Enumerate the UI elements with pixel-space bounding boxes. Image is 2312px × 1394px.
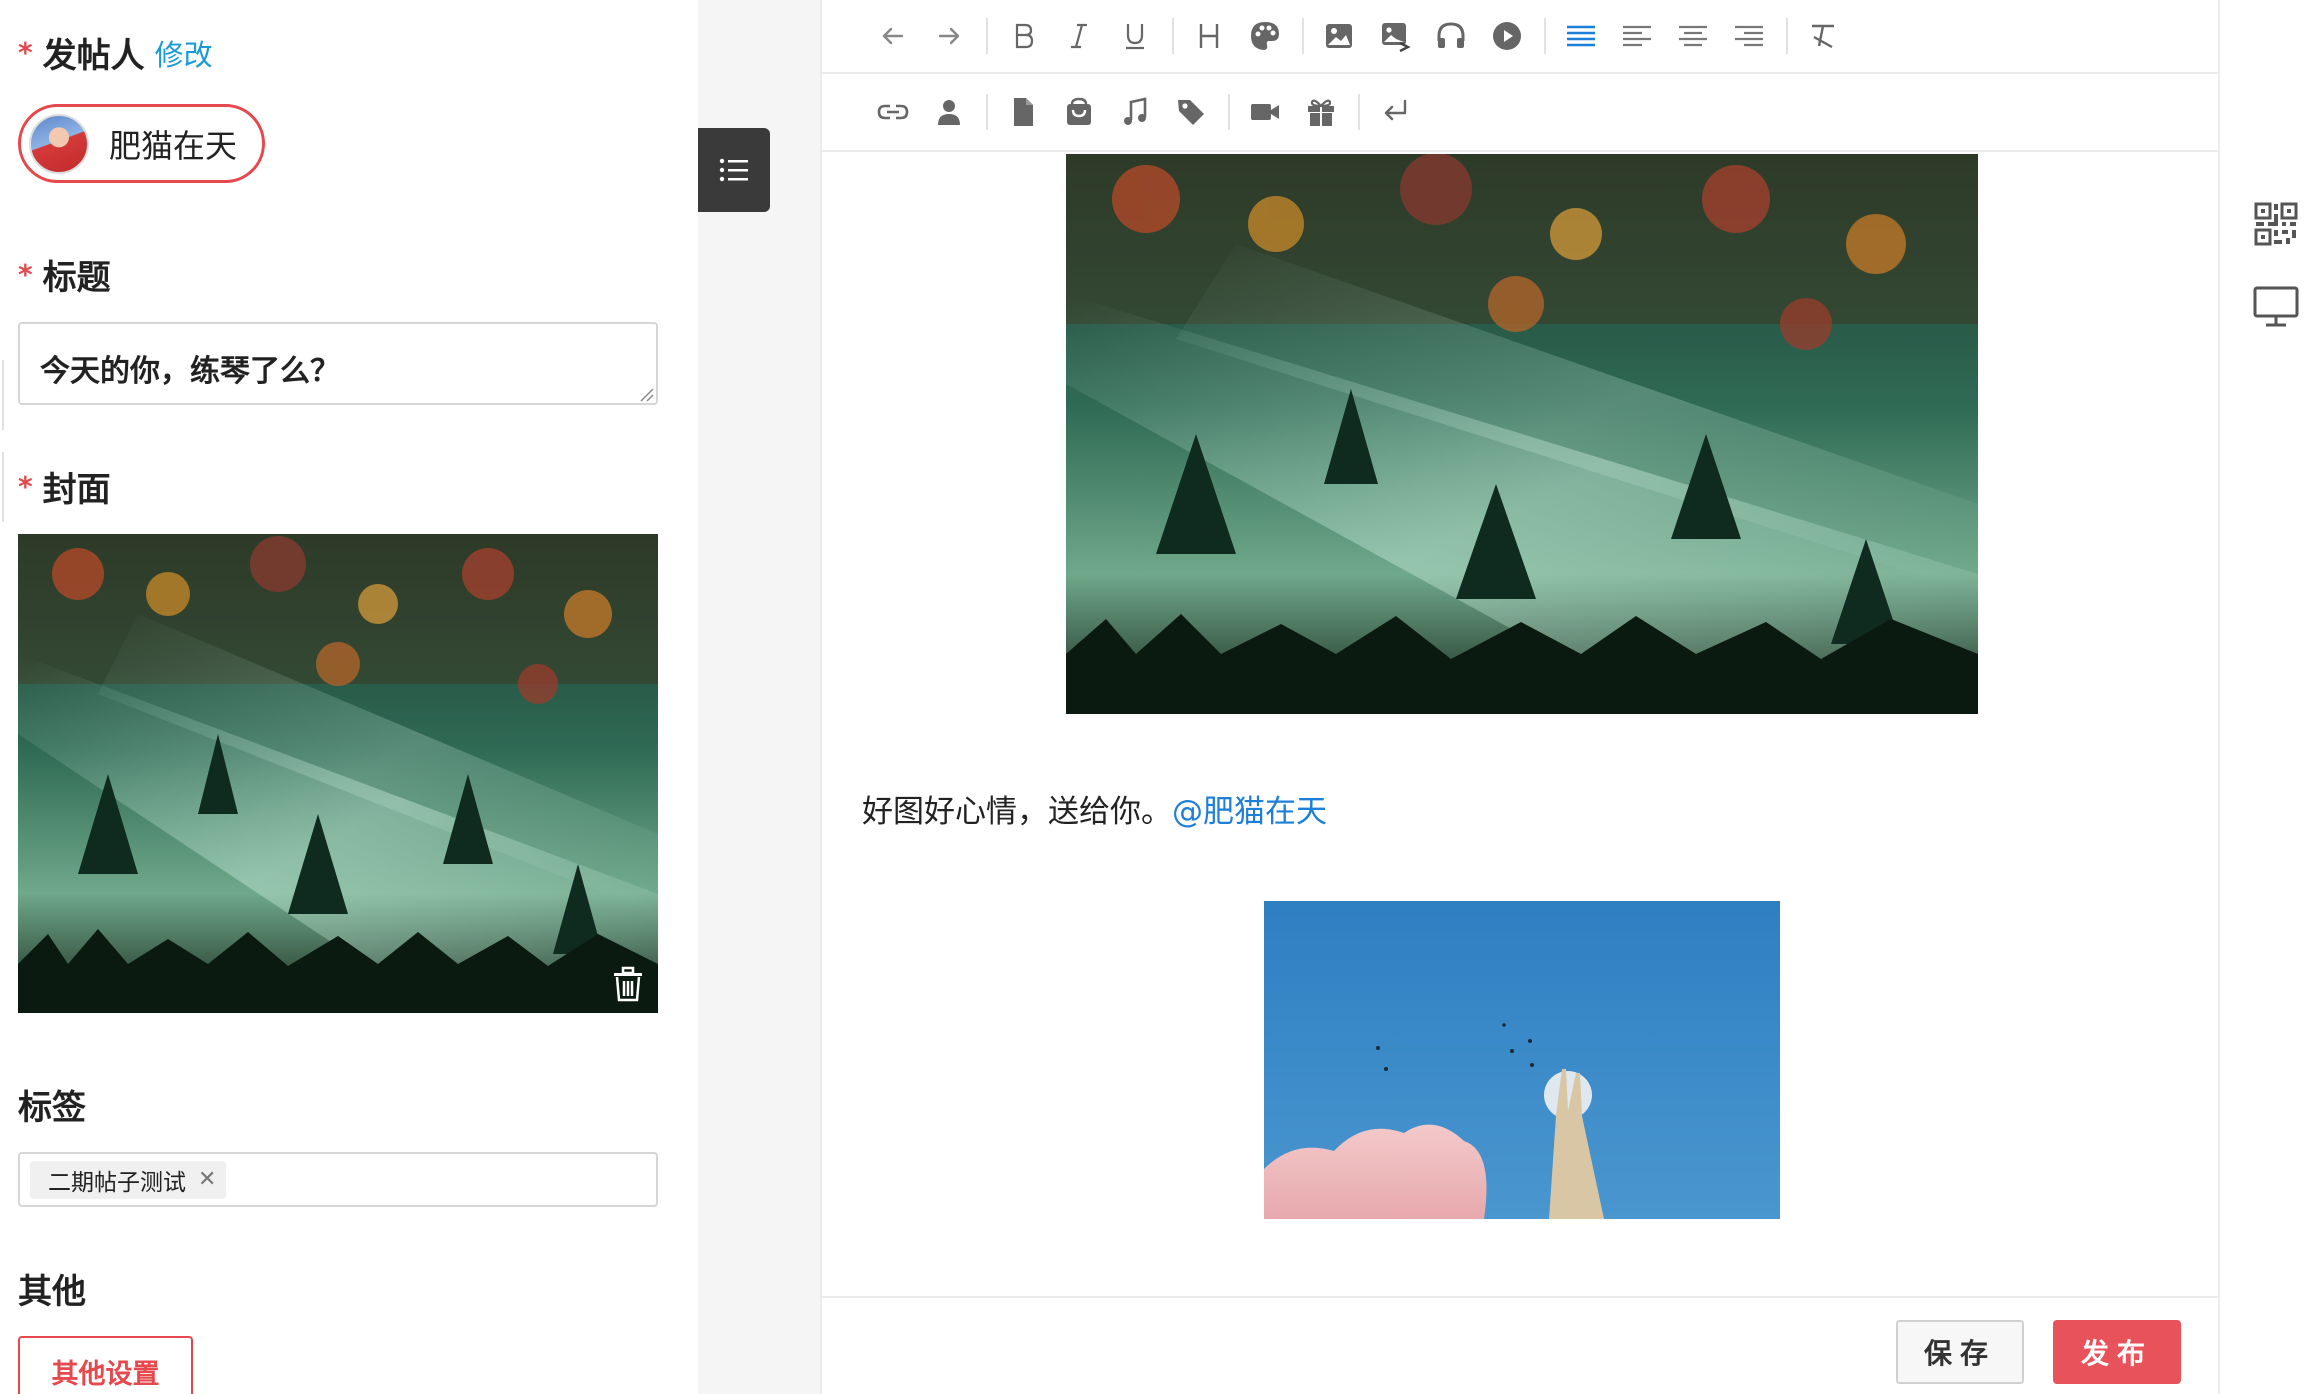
forest-image	[18, 534, 658, 1013]
cover-label-text: 封面	[42, 470, 111, 510]
title-label: * 标题	[18, 250, 111, 299]
content-image-forest[interactable]	[1066, 154, 1978, 714]
title-label-text: 标题	[42, 258, 111, 298]
paragraph-text: 好图好心情，送给你。	[862, 794, 1172, 830]
title-input[interactable]: 今天的你，练琴了么？	[18, 322, 658, 405]
bold-icon[interactable]	[1000, 13, 1046, 59]
user-mention-link[interactable]: @肥猫在天	[1172, 794, 1327, 830]
cover-image[interactable]	[18, 534, 658, 1013]
file-icon[interactable]	[1000, 89, 1046, 135]
required-mark: *	[18, 470, 33, 503]
right-toolbar	[2220, 0, 2312, 1394]
underline-icon[interactable]	[1112, 13, 1158, 59]
gift-icon[interactable]	[1298, 89, 1344, 135]
align-justify-icon[interactable]	[1558, 13, 1604, 59]
shopping-bag-icon[interactable]	[1056, 89, 1102, 135]
palette-icon[interactable]	[1242, 13, 1288, 59]
required-mark: *	[18, 36, 33, 69]
poster-chip[interactable]: 肥猫在天	[18, 104, 265, 183]
align-left-icon[interactable]	[1614, 13, 1660, 59]
align-right-icon[interactable]	[1726, 13, 1772, 59]
content-paragraph: 好图好心情，送给你。@肥猫在天	[862, 786, 1327, 831]
image-upload-icon[interactable]	[1372, 13, 1418, 59]
content-image-moon[interactable]	[1264, 901, 1780, 1219]
editor-toolbar-primary	[822, 0, 2218, 74]
align-center-icon[interactable]	[1670, 13, 1716, 59]
link-icon[interactable]	[870, 89, 916, 135]
tag-chip: 二期帖子测试 ✕	[30, 1160, 227, 1199]
forest-image	[1066, 154, 1978, 714]
video-camera-icon[interactable]	[1242, 89, 1288, 135]
toolbar-separator	[1544, 18, 1546, 54]
toolbar-separator	[1228, 94, 1230, 130]
publish-button[interactable]: 发布	[2053, 1320, 2181, 1384]
image-icon[interactable]	[1316, 13, 1362, 59]
music-icon[interactable]	[1112, 89, 1158, 135]
line-break-icon[interactable]	[1372, 89, 1418, 135]
undo-icon[interactable]	[870, 13, 916, 59]
delete-cover-icon[interactable]	[610, 965, 646, 1003]
outline-toggle-button[interactable]	[698, 128, 770, 212]
toolbar-separator	[1358, 94, 1360, 130]
list-icon	[719, 158, 748, 182]
required-mark: *	[18, 258, 33, 291]
moon-sky-image	[1264, 901, 1780, 1219]
video-play-icon[interactable]	[1484, 13, 1530, 59]
redo-icon[interactable]	[926, 13, 972, 59]
tags-input[interactable]: 二期帖子测试 ✕	[18, 1152, 658, 1207]
cover-label: * 封面	[18, 462, 111, 511]
other-settings-button[interactable]: 其他设置	[18, 1336, 193, 1394]
tags-label: 标签	[18, 1088, 86, 1128]
user-icon[interactable]	[926, 89, 972, 135]
toolbar-separator	[1786, 18, 1788, 54]
panel-edge-mark	[0, 452, 4, 522]
toolbar-separator	[986, 18, 988, 54]
resize-grip-icon[interactable]	[638, 386, 654, 402]
toolbar-separator	[1302, 18, 1304, 54]
heading-icon[interactable]	[1186, 13, 1232, 59]
other-label: 其他	[18, 1272, 86, 1312]
toolbar-separator	[1172, 18, 1174, 54]
poster-name: 肥猫在天	[109, 126, 238, 165]
clear-format-icon[interactable]	[1800, 13, 1846, 59]
save-button[interactable]: 保存	[1896, 1320, 2024, 1384]
tag-icon[interactable]	[1168, 89, 1214, 135]
panel-edge-mark	[0, 360, 4, 430]
tag-text: 二期帖子测试	[48, 1169, 186, 1196]
editor-footer: 保存 发布	[822, 1296, 2218, 1394]
edit-poster-link[interactable]: 修改	[155, 32, 213, 74]
toolbar-separator	[986, 94, 988, 130]
avatar	[29, 113, 89, 174]
rich-text-editor: 好图好心情，送给你。@肥猫在天 保存 发布	[820, 0, 2220, 1394]
poster-label: * 发帖人 修改	[18, 28, 213, 77]
qr-code-icon[interactable]	[2252, 200, 2300, 248]
post-form-panel: * 发帖人 修改 肥猫在天 * 标题 今天的你，练琴了么？ * 封面 标签 二期…	[0, 0, 698, 1394]
audio-icon[interactable]	[1428, 13, 1474, 59]
editor-content[interactable]: 好图好心情，送给你。@肥猫在天	[822, 152, 2218, 1296]
italic-icon[interactable]	[1056, 13, 1102, 59]
editor-toolbar-secondary	[822, 74, 2218, 152]
remove-tag-icon[interactable]: ✕	[198, 1167, 216, 1192]
desktop-preview-icon[interactable]	[2252, 282, 2300, 330]
poster-label-text: 发帖人	[42, 36, 145, 76]
gutter	[698, 0, 820, 1394]
